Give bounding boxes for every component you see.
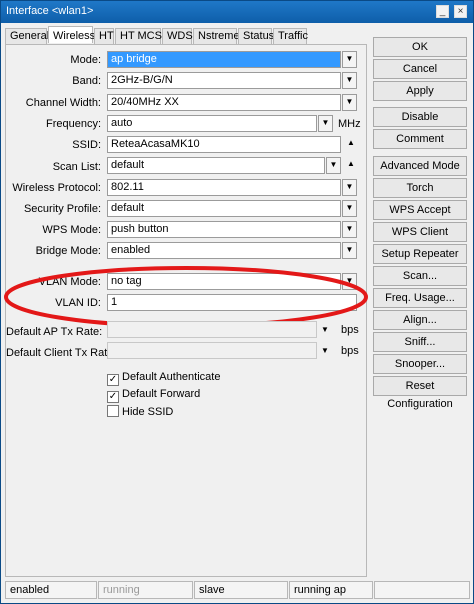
scan-button[interactable]: Scan... (373, 266, 467, 286)
tab-wds[interactable]: WDS (162, 28, 193, 44)
bridge-mode-label: Bridge Mode: (35, 245, 101, 257)
reset-configuration-button[interactable]: Reset Configuration (373, 376, 467, 410)
window-title: Interface <wlan1> (6, 5, 94, 17)
tab-traffic[interactable]: Traffic (273, 28, 308, 44)
client-tx-rate-label: Default Client Tx Rate: (6, 347, 117, 359)
security-profile-field[interactable]: default (107, 200, 341, 217)
minimize-button[interactable]: _ (436, 5, 449, 18)
tab-ht-mcs[interactable]: HT MCS (115, 28, 162, 44)
scan-list-add-icon[interactable]: ▲ (347, 159, 355, 168)
checkbox-checked-icon[interactable]: ✓ (107, 391, 119, 403)
scan-list-dropdown-icon[interactable]: ▼ (326, 157, 341, 174)
mode-label: Mode: (70, 54, 101, 66)
ssid-label: SSID: (72, 139, 101, 151)
status-enabled: enabled (5, 581, 97, 599)
ok-button[interactable]: OK (373, 37, 467, 57)
channel-width-label: Channel Width: (25, 97, 101, 109)
ap-tx-rate-label: Default AP Tx Rate: (6, 326, 103, 338)
wps-accept-button[interactable]: WPS Accept (373, 200, 467, 220)
wps-mode-field[interactable]: push button (107, 221, 341, 238)
wps-client-button[interactable]: WPS Client (373, 222, 467, 242)
wps-mode-dropdown-icon[interactable]: ▼ (342, 221, 357, 238)
frequency-field[interactable]: auto (107, 115, 317, 132)
security-profile-label: Security Profile: (23, 203, 101, 215)
status-empty (374, 581, 470, 599)
channel-width-dropdown-icon[interactable]: ▼ (342, 94, 357, 111)
scan-list-field[interactable]: default (107, 157, 325, 174)
band-field[interactable]: 2GHz-B/G/N (107, 72, 341, 89)
title-bar[interactable]: Interface <wlan1> _ × (1, 1, 473, 23)
tab-nstreme[interactable]: Nstreme (193, 28, 240, 44)
interface-window: Interface <wlan1> _ × General Wireless H… (0, 0, 474, 604)
ssid-field[interactable]: ReteaAcasaMK10 (107, 136, 341, 153)
default-authenticate-checkbox[interactable]: ✓ Default Authenticate (107, 371, 220, 386)
mode-dropdown-icon[interactable]: ▼ (342, 51, 357, 68)
scan-list-label: Scan List: (52, 161, 101, 173)
wireless-protocol-label: Wireless Protocol: (12, 182, 101, 194)
mode-field[interactable]: ap bridge (107, 51, 341, 68)
setup-repeater-button[interactable]: Setup Repeater (373, 244, 467, 264)
ap-tx-rate-unit: bps (341, 324, 359, 336)
wps-mode-label: WPS Mode: (42, 224, 101, 236)
apply-button[interactable]: Apply (373, 81, 467, 101)
tab-general[interactable]: General (5, 28, 49, 44)
close-button[interactable]: × (454, 5, 467, 18)
security-profile-dropdown-icon[interactable]: ▼ (342, 200, 357, 217)
checkbox-unchecked-icon[interactable] (107, 405, 119, 417)
sniff-button[interactable]: Sniff... (373, 332, 467, 352)
client-tx-rate-field[interactable] (107, 342, 317, 359)
bridge-mode-field[interactable]: enabled (107, 242, 341, 259)
wireless-protocol-dropdown-icon[interactable]: ▼ (342, 179, 357, 196)
client-tx-rate-dropdown-icon[interactable]: ▼ (321, 346, 329, 355)
tab-ht[interactable]: HT (94, 28, 114, 44)
frequency-dropdown-icon[interactable]: ▼ (318, 115, 333, 132)
checkbox-checked-icon[interactable]: ✓ (107, 374, 119, 386)
status-running: running (98, 581, 193, 599)
client-tx-rate-unit: bps (341, 345, 359, 357)
channel-width-field[interactable]: 20/40MHz XX (107, 94, 341, 111)
status-slave: slave (194, 581, 288, 599)
vlan-mode-dropdown-icon[interactable]: ▼ (342, 273, 357, 290)
vlan-mode-field[interactable]: no tag (107, 273, 341, 290)
band-label: Band: (72, 75, 101, 87)
vlan-id-label: VLAN ID: (55, 297, 101, 309)
vlan-id-field[interactable]: 1 (107, 294, 357, 311)
wireless-protocol-field[interactable]: 802.11 (107, 179, 341, 196)
ap-tx-rate-field[interactable] (107, 321, 317, 338)
default-forward-checkbox[interactable]: ✓ Default Forward (107, 388, 200, 403)
bridge-mode-dropdown-icon[interactable]: ▼ (342, 242, 357, 259)
frequency-unit: MHz (338, 118, 361, 130)
torch-button[interactable]: Torch (373, 178, 467, 198)
hide-ssid-checkbox[interactable]: Hide SSID (107, 405, 173, 418)
status-running-ap: running ap (289, 581, 373, 599)
snooper-button[interactable]: Snooper... (373, 354, 467, 374)
ap-tx-rate-dropdown-icon[interactable]: ▼ (321, 325, 329, 334)
ssid-collapse-icon[interactable]: ▲ (347, 138, 355, 147)
disable-button[interactable]: Disable (373, 107, 467, 127)
advanced-mode-button[interactable]: Advanced Mode (373, 156, 467, 176)
align-button[interactable]: Align... (373, 310, 467, 330)
frequency-label: Frequency: (45, 118, 101, 130)
tab-status[interactable]: Status (238, 28, 274, 44)
freq-usage-button[interactable]: Freq. Usage... (373, 288, 467, 308)
vlan-mode-label: VLAN Mode: (38, 276, 101, 288)
cancel-button[interactable]: Cancel (373, 59, 467, 79)
comment-button[interactable]: Comment (373, 129, 467, 149)
band-dropdown-icon[interactable]: ▼ (342, 72, 357, 89)
tab-wireless[interactable]: Wireless (48, 26, 95, 43)
